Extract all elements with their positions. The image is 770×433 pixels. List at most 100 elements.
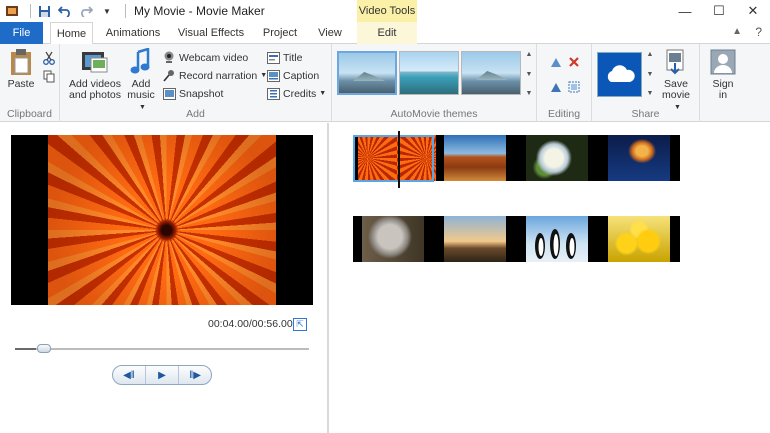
ribbon-tab-bar: File Home Animations Visual Effects Proj… bbox=[0, 22, 770, 45]
share-more-icon[interactable]: ▼ bbox=[647, 90, 654, 97]
cut-button[interactable] bbox=[42, 49, 59, 66]
select-all-icon bbox=[567, 80, 581, 94]
clip-hydrangeas[interactable] bbox=[526, 135, 588, 181]
redo-icon[interactable] bbox=[78, 3, 94, 19]
record-narration-label: Record narration bbox=[179, 69, 258, 82]
save-icon[interactable] bbox=[36, 3, 52, 19]
ribbon: Paste Clipboard Add videos and photos Ad… bbox=[0, 44, 770, 122]
sign-in-button[interactable]: Sign in bbox=[706, 48, 740, 101]
seek-bar-progress bbox=[15, 348, 36, 350]
share-group: ▲ ▼ ▼ Save movie ▼ Share bbox=[592, 44, 700, 122]
theme-thumbnail-2[interactable] bbox=[399, 51, 459, 95]
onedrive-button[interactable] bbox=[597, 52, 642, 97]
editing-group: Editing bbox=[537, 44, 592, 122]
maximize-button[interactable]: ☐ bbox=[702, 0, 736, 22]
caption-button[interactable]: Caption bbox=[266, 67, 319, 84]
snapshot-label: Snapshot bbox=[179, 87, 224, 100]
copy-button[interactable] bbox=[42, 68, 59, 85]
theme-thumbnail-1[interactable] bbox=[337, 51, 397, 95]
clip-tulips[interactable] bbox=[608, 216, 670, 262]
window-controls: — ☐ ✕ bbox=[668, 0, 770, 22]
clip-penguins[interactable] bbox=[526, 216, 588, 262]
minimize-button[interactable]: — bbox=[668, 0, 702, 22]
fullscreen-preview-icon[interactable]: ⇱ bbox=[293, 318, 307, 331]
paste-label: Paste bbox=[7, 78, 35, 90]
rotate-right-button[interactable] bbox=[549, 78, 566, 95]
tab-home[interactable]: Home bbox=[50, 22, 93, 45]
share-up-icon[interactable]: ▲ bbox=[647, 51, 654, 58]
clipboard-group-label: Clipboard bbox=[7, 108, 52, 120]
help-icon[interactable]: ? bbox=[755, 25, 762, 39]
tab-project[interactable]: Project bbox=[257, 22, 303, 44]
separator bbox=[30, 4, 31, 18]
playhead-marker[interactable] bbox=[398, 131, 400, 188]
collapse-ribbon-icon[interactable]: ▲ bbox=[732, 26, 742, 37]
seek-bar[interactable] bbox=[15, 348, 309, 350]
cloud-icon bbox=[604, 63, 636, 86]
copy-icon bbox=[42, 70, 56, 84]
themes-gallery-scroll[interactable]: ▲ ▼ ▼ bbox=[524, 51, 534, 97]
scissors-icon bbox=[42, 51, 56, 65]
video-tools-context-label: Video Tools bbox=[357, 0, 417, 22]
add-videos-and-photos-button[interactable]: Add videos and photos bbox=[66, 48, 124, 101]
film-photo-icon bbox=[81, 48, 109, 76]
storyboard-row-2 bbox=[353, 216, 680, 262]
penguins-shapes bbox=[535, 229, 576, 259]
gallery-up-icon[interactable]: ▲ bbox=[526, 51, 533, 58]
window-title: My Movie - Movie Maker bbox=[134, 4, 265, 18]
undo-icon[interactable] bbox=[57, 3, 73, 19]
record-narration-button[interactable]: Record narration ▼ bbox=[162, 67, 267, 84]
clip-lighthouse[interactable] bbox=[444, 216, 506, 262]
save-movie-button[interactable]: Save movie ▼ bbox=[658, 48, 694, 113]
gallery-more-icon[interactable]: ▼ bbox=[526, 90, 533, 97]
preview-monitor[interactable] bbox=[11, 135, 313, 305]
tab-view[interactable]: View bbox=[313, 22, 347, 44]
credits-button[interactable]: Credits ▼ bbox=[266, 85, 326, 102]
next-frame-icon: ‖▶ bbox=[189, 369, 201, 381]
play-button[interactable]: ▶ bbox=[146, 366, 179, 384]
previous-frame-button[interactable]: ◀‖ bbox=[113, 366, 146, 384]
share-gallery-scroll[interactable]: ▲ ▼ ▼ bbox=[645, 51, 655, 97]
sign-in-label-line2: in bbox=[718, 89, 728, 101]
app-icon[interactable] bbox=[4, 3, 20, 19]
timecode-display: 00:04.00/00:56.00 bbox=[208, 318, 293, 330]
customize-toolbar-dropdown-icon[interactable]: ▼ bbox=[99, 3, 115, 19]
theme-thumbnail-3[interactable] bbox=[461, 51, 521, 95]
paste-icon bbox=[7, 48, 35, 76]
credits-icon bbox=[266, 87, 280, 101]
remove-button[interactable] bbox=[567, 53, 584, 70]
mountain-shape bbox=[353, 72, 385, 81]
select-all-button[interactable] bbox=[567, 78, 584, 95]
preview-frame-image bbox=[48, 135, 276, 305]
webcam-video-button[interactable]: Webcam video bbox=[162, 49, 248, 66]
clip-desert[interactable] bbox=[444, 135, 506, 181]
paste-button[interactable]: Paste bbox=[4, 48, 38, 90]
user-icon bbox=[709, 48, 737, 76]
play-icon: ▶ bbox=[158, 369, 166, 381]
seek-bar-thumb[interactable] bbox=[36, 344, 51, 353]
pane-divider[interactable] bbox=[327, 123, 329, 433]
tab-visual-effects[interactable]: Visual Effects bbox=[176, 22, 246, 44]
tab-file[interactable]: File bbox=[0, 22, 43, 44]
clip-jellyfish[interactable] bbox=[608, 135, 670, 181]
rotate-left-button[interactable] bbox=[549, 53, 566, 70]
rotate-left-icon bbox=[549, 55, 563, 69]
previous-frame-icon: ◀‖ bbox=[123, 369, 135, 381]
close-button[interactable]: ✕ bbox=[736, 0, 770, 22]
caption-label: Caption bbox=[283, 69, 320, 82]
tab-animations[interactable]: Animations bbox=[100, 22, 166, 44]
add-music-button[interactable]: Add music ▼ bbox=[124, 48, 158, 113]
tab-edit[interactable]: Edit bbox=[357, 22, 417, 44]
share-down-icon[interactable]: ▼ bbox=[647, 71, 654, 78]
next-frame-button[interactable]: ‖▶ bbox=[179, 366, 211, 384]
editing-group-label: Editing bbox=[547, 108, 581, 120]
add-videos-label-line2: and photos bbox=[69, 89, 121, 101]
snapshot-button[interactable]: Snapshot bbox=[162, 85, 223, 102]
gallery-down-icon[interactable]: ▼ bbox=[526, 71, 533, 78]
title-bar: ▼ My Movie - Movie Maker Video Tools — ☐… bbox=[0, 0, 770, 22]
clip-koala[interactable] bbox=[362, 216, 424, 262]
webcam-video-label: Webcam video bbox=[179, 51, 249, 64]
themes-group-label: AutoMovie themes bbox=[390, 108, 478, 120]
add-group: Add videos and photos Add music ▼ Webcam… bbox=[60, 44, 332, 122]
title-button[interactable]: Title bbox=[266, 49, 302, 66]
